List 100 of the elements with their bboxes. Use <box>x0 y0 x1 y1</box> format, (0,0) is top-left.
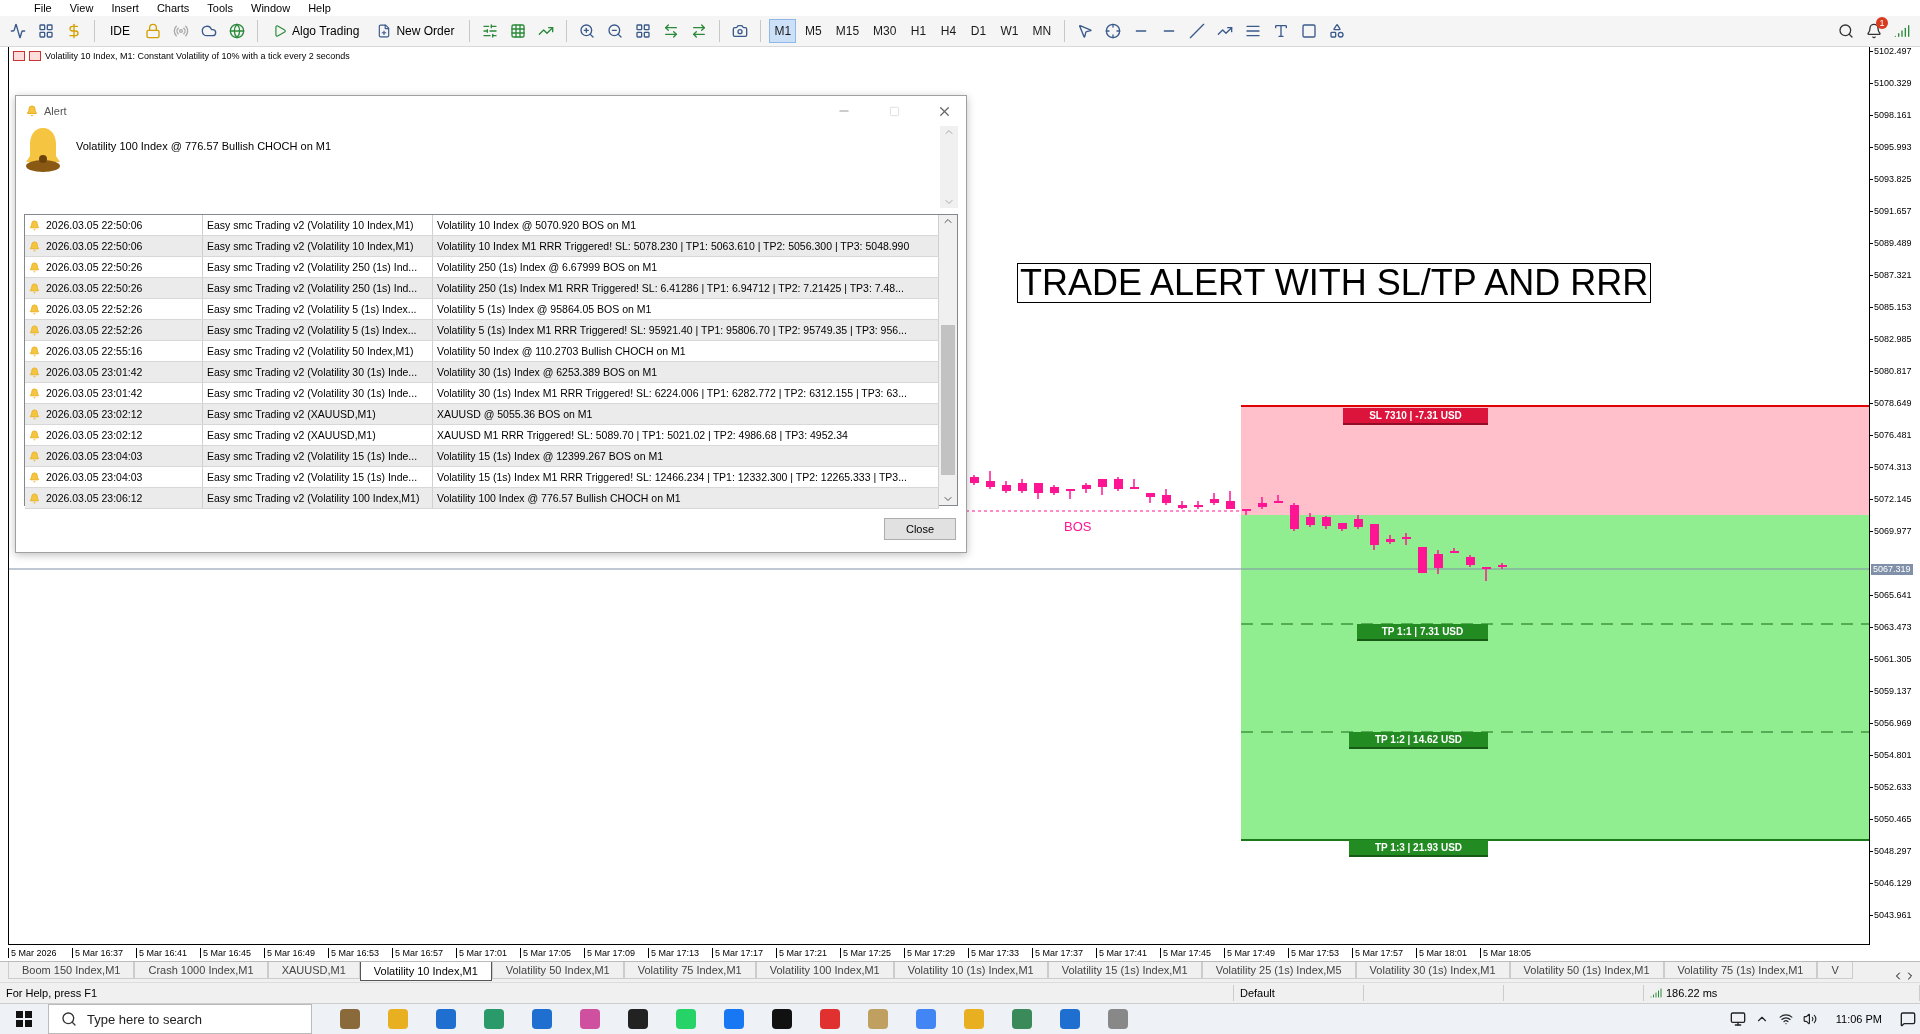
price-label: 5076.481 <box>1874 430 1912 440</box>
volume-icon[interactable] <box>1802 1012 1817 1026</box>
alert-row[interactable]: 2026.03.05 23:02:12 Easy smc Trading v2 (XAUUSD,M1) XAUUSD @ 5055.36 BOS on M1 <box>25 404 939 425</box>
app-icon[interactable] <box>772 1009 792 1029</box>
alert-row[interactable]: 2026.03.05 22:50:26 Easy smc Trading v2 (Volatility 250 (1s) Ind... Volatility 250 (1s) Index M1 RRR Triggered! SL: 6.41286 | TP1: 6.94712 | TP2: 7.21425 | TP3: 7.48... <box>25 278 939 299</box>
zoom-out-icon[interactable] <box>607 23 624 39</box>
cursor-icon[interactable] <box>1077 23 1094 39</box>
radio-icon[interactable] <box>173 23 189 39</box>
clock-time[interactable]: 11:06 PM <box>1835 1013 1882 1025</box>
chart-tab[interactable]: Volatility 50 Index,M1 <box>491 962 624 979</box>
chart-tab[interactable]: Volatility 10 Index,M1 <box>359 962 492 981</box>
shapes-icon[interactable] <box>1329 23 1346 39</box>
windows-logo-icon[interactable] <box>16 1011 32 1027</box>
zoom-in-icon[interactable] <box>579 23 596 39</box>
chart-tab[interactable]: Volatility 15 (1s) Index,M1 <box>1047 962 1202 979</box>
alert-row[interactable]: 2026.03.05 22:52:26 Easy smc Trading v2 (Volatility 5 (1s) Index... Volatility 5 (1s) Index M1 RRR Triggered! SL: 95921.40 | TP1: 95806.70 | TP2: 95749.35 | TP3: 956... <box>25 320 939 341</box>
notification-icon[interactable] <box>1866 23 1882 39</box>
menu-item[interactable]: Help <box>308 1 331 15</box>
candle <box>1018 478 1027 494</box>
line-chart-icon[interactable] <box>10 23 26 39</box>
time-cell-text: 2026.03.05 23:04:03 <box>46 470 143 485</box>
scrollbar[interactable] <box>939 215 957 505</box>
ide-button[interactable]: IDE <box>103 19 137 43</box>
chart-tab[interactable]: Volatility 10 (1s) Index,M1 <box>893 962 1048 979</box>
crosshair-icon[interactable] <box>1105 23 1122 39</box>
menu-item[interactable]: Charts <box>156 1 190 15</box>
menu-item[interactable]: Window <box>251 1 291 15</box>
taskbar-search-field[interactable]: Type here to search <box>85 1010 289 1028</box>
expert-cell: Easy smc Trading v2 (Volatility 30 (1s) Inde... <box>203 362 433 382</box>
app-icon[interactable] <box>628 1009 648 1029</box>
chart-tab[interactable]: Volatility 100 Index,M1 <box>755 962 894 979</box>
alert-row[interactable]: 2026.03.05 22:50:26 Easy smc Trading v2 (Volatility 250 (1s) Ind... Volatility 250 (1s) Index @ 6.67999 BOS on M1 <box>25 257 939 278</box>
close-button[interactable]: Close <box>884 518 956 540</box>
timeframe-tab[interactable]: M5 <box>800 19 827 43</box>
menu-item[interactable]: Insert <box>111 1 139 15</box>
menu-item[interactable]: View <box>69 1 94 15</box>
time-cell-text: 2026.03.05 22:50:26 <box>46 281 143 296</box>
trend-line-icon[interactable] <box>1189 23 1206 39</box>
monitor-icon[interactable] <box>1729 1011 1746 1027</box>
notifications-icon[interactable] <box>1900 1011 1916 1027</box>
new-order-button[interactable]: New Order <box>370 19 462 43</box>
time-cell-text: 2026.03.05 23:06:12 <box>46 491 143 506</box>
dollar-icon[interactable] <box>66 23 82 39</box>
alert-row[interactable]: 2026.03.05 22:52:26 Easy smc Trading v2 (Volatility 5 (1s) Index... Volatility 5 (1s) Index @ 95864.05 BOS on M1 <box>25 299 939 320</box>
chart-tab[interactable]: Boom 150 Index,M1 <box>8 962 135 979</box>
shift-icon[interactable] <box>691 23 708 39</box>
chart-tab[interactable]: XAUUSD,M1 <box>267 962 360 979</box>
alert-row[interactable]: 2026.03.05 23:04:03 Easy smc Trading v2 (Volatility 15 (1s) Inde... Volatility 15 (1s) Index @ 12399.267 BOS on M1 <box>25 446 939 467</box>
chart-tab[interactable]: Volatility 75 (1s) Index,M1 <box>1663 962 1818 979</box>
scroll-icon[interactable] <box>663 23 680 39</box>
taskbar-search-box[interactable]: Type here to search <box>48 1004 312 1034</box>
take-profit-label: TP 1:3 | 21.93 USD <box>1349 840 1488 857</box>
alert-row[interactable]: 2026.03.05 22:50:06 Easy smc Trading v2 (Volatility 10 Index,M1) Volatility 10 Index M1 RRR Triggered! SL: 5078.230 | TP1: 5063.610 | TP2: 5056.300 | TP3: 5048.990 <box>25 236 939 257</box>
chart-tab[interactable]: Volatility 30 (1s) Index,M1 <box>1355 962 1510 979</box>
timeframe-tab[interactable]: M1 <box>769 19 797 43</box>
camera-icon[interactable] <box>732 23 749 39</box>
search-icon[interactable] <box>1838 23 1854 39</box>
timeframe-tab[interactable]: M30 <box>868 19 902 43</box>
timeframe-tab[interactable]: D1 <box>965 19 992 43</box>
time-label: 5 Mar 17:49 <box>1224 948 1288 958</box>
alert-row[interactable]: 2026.03.05 23:01:42 Easy smc Trading v2 (Volatility 30 (1s) Inde... Volatility 30 (1s) Index M1 RRR Triggered! SL: 6224.006 | TP1: 6282.772 | TP2: 6312.155 | TP3: 63... <box>25 383 939 404</box>
menu-item[interactable]: Tools <box>207 1 233 15</box>
price-label: 5095.993 <box>1874 142 1912 152</box>
rectangle-icon[interactable] <box>1301 23 1318 39</box>
scrollbar-thumb[interactable] <box>941 325 955 475</box>
signal-icon[interactable] <box>1894 23 1910 39</box>
candle <box>1146 492 1155 504</box>
time-cell-text: 2026.03.05 23:01:42 <box>46 365 143 380</box>
network-icon[interactable] <box>1778 1012 1793 1026</box>
chart-tab[interactable]: V <box>1817 962 1853 979</box>
menu-item[interactable]: File <box>34 1 52 15</box>
alert-row[interactable]: 2026.03.05 23:01:42 Easy smc Trading v2 (Volatility 30 (1s) Inde... Volatility 30 (1s) Index @ 6253.389 BOS on M1 <box>25 362 939 383</box>
timeframe-tab[interactable]: MN <box>1027 19 1057 43</box>
alert-row[interactable]: 2026.03.05 22:50:06 Easy smc Trading v2 (Volatility 10 Index,M1) Volatility 10 Index @ 5070.920 BOS on M1 <box>25 215 939 236</box>
time-label: 5 Mar 17:53 <box>1288 948 1352 958</box>
grid-icon[interactable] <box>635 23 652 39</box>
price-label: 5074.313 <box>1874 462 1912 472</box>
text-icon[interactable] <box>1273 23 1290 39</box>
chart-tab[interactable]: Volatility 25 (1s) Index,M5 <box>1201 962 1356 979</box>
price-label: 5054.801 <box>1874 750 1912 760</box>
price-label: 5080.817 <box>1874 366 1912 376</box>
timeframe-tab[interactable]: H1 <box>905 19 932 43</box>
alert-row[interactable]: 2026.03.05 22:55:16 Easy smc Trading v2 (Volatility 50 Index,M1) Volatility 50 Index @ 110.2703 Bullish CHOCH on M1 <box>25 341 939 362</box>
candle <box>1354 514 1363 530</box>
alert-row[interactable]: 2026.03.05 23:06:12 Easy smc Trading v2 (Volatility 100 Index,M1) Volatility 100 Index @ 776.57 Bullish CHOCH on M1 <box>25 488 939 509</box>
algo-trading-button[interactable]: Algo Trading <box>266 19 367 43</box>
lock-icon[interactable] <box>145 23 161 39</box>
chart-tab[interactable]: Crash 1000 Index,M1 <box>134 962 268 979</box>
grid-icon[interactable] <box>38 23 54 39</box>
timeframe-tab[interactable]: M15 <box>830 19 865 43</box>
alert-row[interactable]: 2026.03.05 23:02:12 Easy smc Trading v2 (XAUUSD,M1) XAUUSD M1 RRR Triggered! SL: 5089.70 | TP1: 5021.02 | TP2: 4986.68 | TP3: 4952.34 <box>25 425 939 446</box>
timeframe-tab[interactable]: W1 <box>995 19 1024 43</box>
chart-tab[interactable]: Volatility 75 Index,M1 <box>623 962 756 979</box>
timeframe-tab[interactable]: H4 <box>935 19 962 43</box>
chart-tab[interactable]: Volatility 50 (1s) Index,M1 <box>1509 962 1664 979</box>
candle <box>1130 478 1139 490</box>
globe-icon[interactable] <box>229 23 245 39</box>
alert-row[interactable]: 2026.03.05 23:04:03 Easy smc Trading v2 (Volatility 15 (1s) Inde... Volatility 15 (1s) Index M1 RRR Triggered! SL: 12466.234 | TP1: 12332.300 | TP2: 12265.333 | TP3... <box>25 467 939 488</box>
cloud-icon[interactable] <box>201 23 217 39</box>
candle <box>1274 494 1283 504</box>
